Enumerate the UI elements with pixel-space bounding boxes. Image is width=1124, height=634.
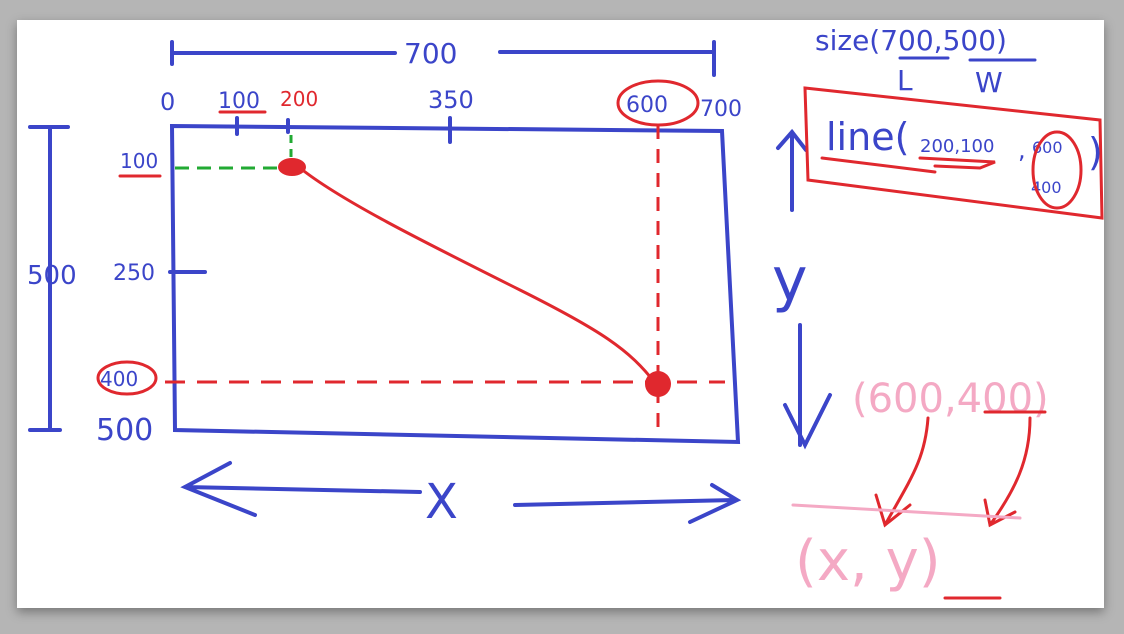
x-tick-350: 350 [428, 86, 474, 114]
width-dimension-label: 700 [404, 37, 457, 70]
xy-target: (x, y) [795, 529, 941, 594]
y-axis-label: y [772, 245, 808, 315]
x-axis-label: X [425, 474, 458, 530]
end-point [645, 371, 671, 397]
size-suffix: ) [996, 24, 1007, 57]
left-axis: 500 100 250 400 500 [27, 125, 207, 448]
whiteboard: 700 0 100 200 350 600 700 500 100 250 40… [17, 20, 1104, 608]
x-tick-700: 700 [700, 97, 742, 122]
point-coordinates: (600,400) [852, 376, 1049, 422]
width-label: W [975, 66, 1003, 99]
size-width: 500 [943, 24, 996, 57]
y-tick-250: 250 [113, 261, 155, 286]
start-point [278, 158, 306, 176]
line-call-start: 200,100 [920, 136, 994, 157]
x-tick-200: 200 [280, 87, 318, 111]
x-tick-600: 600 [626, 93, 668, 118]
x-tick-100: 100 [218, 89, 260, 114]
width-dimension: 700 [170, 37, 716, 77]
line-call-sep: , [1018, 136, 1026, 164]
height-dimension-label: 500 [27, 261, 77, 291]
size-sep: , [934, 24, 943, 57]
size-prefix: size( [815, 24, 880, 57]
drawn-line [298, 166, 657, 385]
point-note: (600,400) (x, y) [791, 376, 1049, 600]
size-length: 700 [880, 24, 933, 57]
line-call: line( 200,100 , 600 400 ) [803, 86, 1104, 220]
size-call-text: size(700,500) [815, 24, 1007, 57]
y-tick-500: 500 [96, 413, 153, 448]
size-call: size(700,500) L W [815, 24, 1037, 99]
diagram-canvas: 700 0 100 200 350 600 700 500 100 250 40… [27, 24, 1104, 600]
y-axis-arrow: y [772, 128, 832, 450]
x-tick-0: 0 [160, 88, 175, 116]
length-label: L [897, 64, 913, 97]
y-tick-100: 100 [120, 149, 158, 173]
x-axis-arrow: X [180, 461, 742, 530]
line-call-close: ) [1088, 130, 1103, 174]
line-call-name: line( [826, 115, 909, 159]
